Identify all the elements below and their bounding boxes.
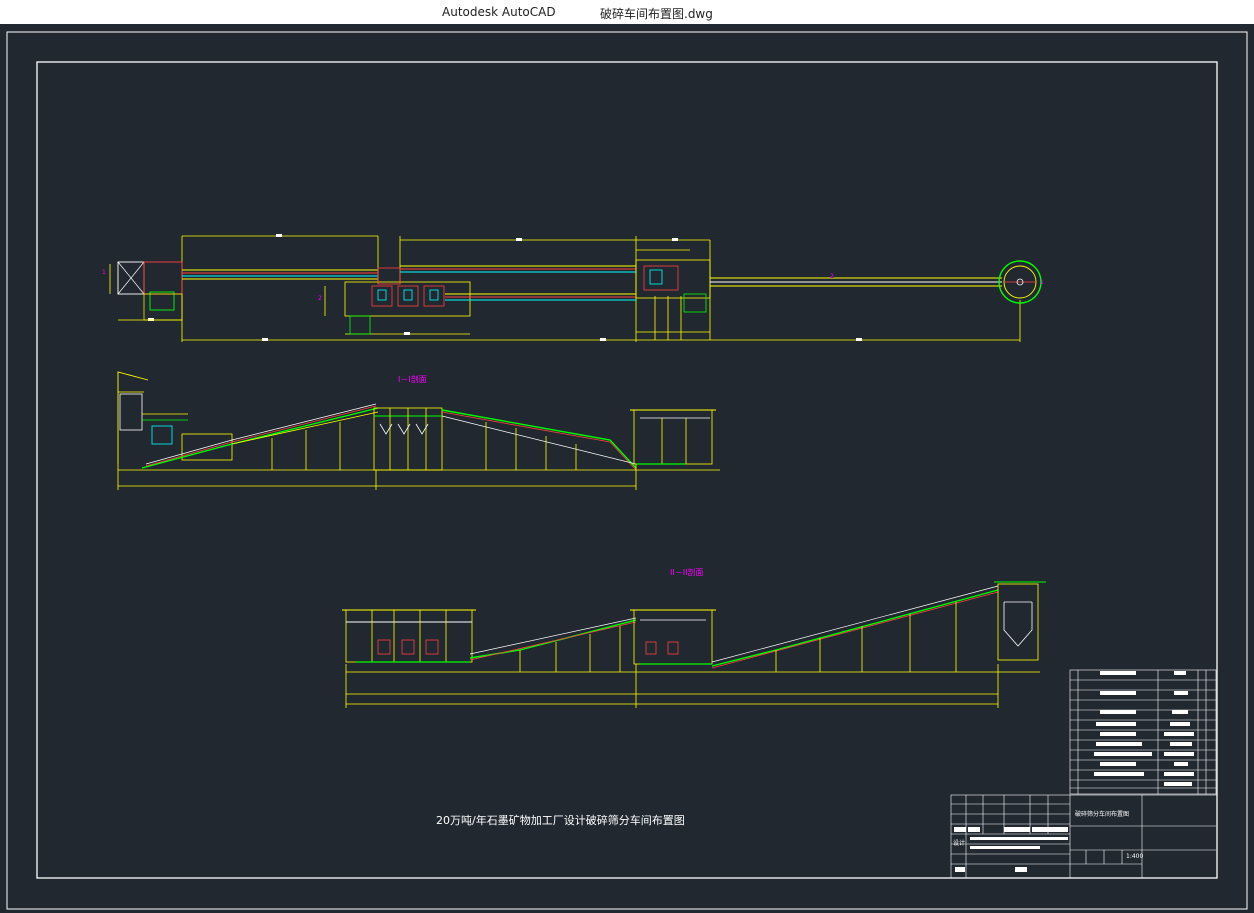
title-block-designer-label: 设计 — [953, 840, 966, 847]
equipment-table-fills — [1094, 671, 1194, 786]
section-1-label: I－I剖面 — [398, 375, 427, 384]
title-block-drawing-name: 破碎筛分车间布置图 — [1075, 811, 1130, 818]
drawing-canvas[interactable]: 1 1 2 2 I－I剖面 II－II剖面 20万吨/年石墨矿物加工厂设计破碎筛… — [0, 24, 1254, 913]
plan-view: 1 1 2 2 — [102, 234, 1044, 342]
svg-text:2: 2 — [318, 295, 322, 302]
svg-text:1: 1 — [102, 269, 106, 276]
title-bar: Autodesk AutoCAD 破碎车间布置图.dwg — [0, 0, 1254, 24]
section-2-label: II－II剖面 — [670, 568, 704, 577]
document-title: 破碎车间布置图.dwg — [600, 7, 713, 21]
section-1-view — [117, 371, 720, 490]
drawing-main-title: 20万吨/年石墨矿物加工厂设计破碎筛分车间布置图 — [436, 814, 685, 827]
app-title: Autodesk AutoCAD — [442, 5, 556, 19]
svg-text:1: 1 — [1040, 279, 1044, 286]
drawing-svg[interactable]: 1 1 2 2 — [0, 24, 1254, 913]
svg-text:2: 2 — [830, 273, 834, 280]
outer-frame — [6, 31, 1248, 910]
section-2-view — [342, 581, 1046, 708]
title-block — [950, 794, 1218, 879]
title-block-scale: 1:400 — [1126, 853, 1144, 860]
